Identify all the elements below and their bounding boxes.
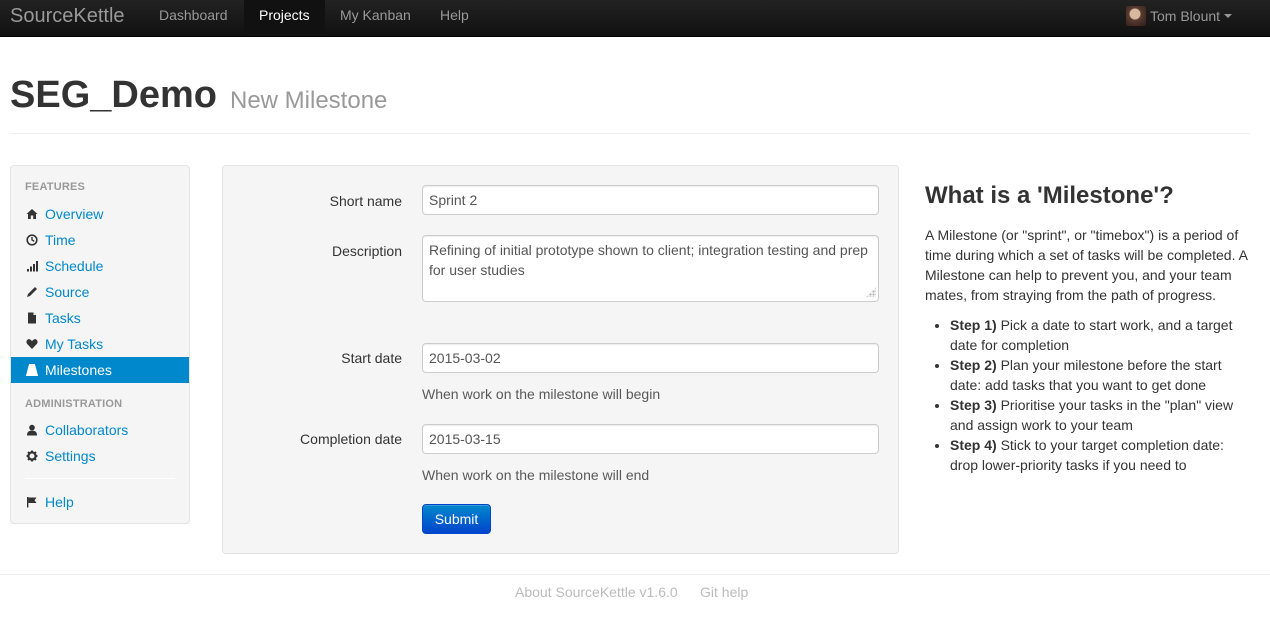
info-title: What is a 'Milestone'? (925, 182, 1174, 209)
nav-projects[interactable]: Projects (244, 0, 325, 36)
sidebar-item-label: My Tasks (45, 336, 104, 352)
completion-date-label: Completion date (300, 431, 402, 447)
submit-button[interactable]: Submit (422, 504, 491, 534)
sidebar-item-help[interactable]: Help (11, 489, 189, 515)
start-date-label: Start date (341, 350, 402, 366)
short-name-label: Short name (329, 193, 402, 209)
sidebar-item-label: Time (45, 232, 76, 248)
milestone-form: Short name Description Refining of initi… (222, 165, 899, 554)
avatar (1126, 6, 1146, 26)
road-icon (26, 364, 38, 376)
sidebar-item-my-tasks[interactable]: My Tasks (11, 331, 189, 357)
sidebar-item-label: Help (45, 494, 74, 510)
footer-about-link[interactable]: About SourceKettle v1.6.0 (515, 584, 678, 600)
list-item: Step 2) Plan your milestone before the s… (950, 355, 1255, 395)
completion-date-input[interactable] (422, 424, 879, 454)
page-title: SEG_Demo (10, 74, 217, 116)
sidebar-item-label: Overview (45, 206, 104, 222)
features-header: FEATURES (25, 181, 86, 193)
sidebar-item-label: Collaborators (45, 422, 129, 438)
sidebar-item-overview[interactable]: Overview (11, 201, 189, 227)
user-name: Tom Blount (1150, 8, 1221, 24)
sidebar-item-time[interactable]: Time (11, 227, 189, 253)
file-icon (26, 312, 38, 324)
start-date-input[interactable] (422, 343, 879, 373)
sidebar-item-label: Schedule (45, 258, 104, 274)
page-header: SEG_Demo New Milestone (10, 70, 1250, 134)
steps-list: Step 1) Pick a date to start work, and a… (925, 315, 1255, 475)
completion-date-help: When work on the milestone will end (422, 467, 650, 483)
list-item: Step 1) Pick a date to start work, and a… (950, 315, 1255, 355)
heart-icon (26, 338, 38, 350)
info-paragraph: A Milestone (or "sprint", or "timebox") … (925, 227, 1248, 303)
pencil-icon (26, 286, 38, 298)
nav-help[interactable]: Help (425, 0, 484, 36)
caret-down-icon (1224, 14, 1233, 19)
sidebar-item-label: Settings (45, 448, 96, 464)
nav-my-kanban[interactable]: My Kanban (325, 0, 426, 36)
user-icon (26, 424, 38, 436)
short-name-input[interactable] (422, 185, 879, 215)
sidebar-item-collaborators[interactable]: Collaborators (11, 417, 189, 443)
top-navbar: SourceKettle Dashboard Projects My Kanba… (0, 0, 1270, 37)
home-icon (26, 208, 38, 220)
sidebar-item-label: Source (45, 284, 90, 300)
sidebar-item-source[interactable]: Source (11, 279, 189, 305)
nav-dashboard[interactable]: Dashboard (144, 0, 243, 36)
list-item: Step 4) Stick to your target completion … (950, 435, 1255, 475)
sidebar-item-settings[interactable]: Settings (11, 443, 189, 469)
sidebar-item-milestones[interactable]: Milestones (11, 357, 189, 383)
flag-icon (26, 496, 38, 508)
brand-logo[interactable]: SourceKettle (10, 5, 125, 28)
sidebar: FEATURES Overview Time Schedule Source T… (10, 165, 190, 524)
clock-icon (26, 234, 38, 246)
signal-icon (26, 260, 38, 272)
sidebar-item-schedule[interactable]: Schedule (11, 253, 189, 279)
user-menu[interactable]: Tom Blount (1126, 6, 1233, 26)
cog-icon (26, 450, 38, 462)
page-subtitle: New Milestone (230, 87, 388, 114)
list-item: Step 3) Prioritise your tasks in the "pl… (950, 395, 1255, 435)
description-label: Description (331, 243, 402, 259)
start-date-help: When work on the milestone will begin (422, 386, 661, 402)
sidebar-divider (25, 478, 175, 479)
footer-git-help-link[interactable]: Git help (700, 584, 748, 600)
administration-header: ADMINISTRATION (25, 398, 123, 410)
sidebar-item-tasks[interactable]: Tasks (11, 305, 189, 331)
footer-divider (0, 574, 1270, 575)
description-textarea[interactable]: Refining of initial prototype shown to c… (422, 235, 879, 302)
sidebar-item-label: Tasks (45, 310, 81, 326)
sidebar-item-label: Milestones (45, 362, 112, 378)
